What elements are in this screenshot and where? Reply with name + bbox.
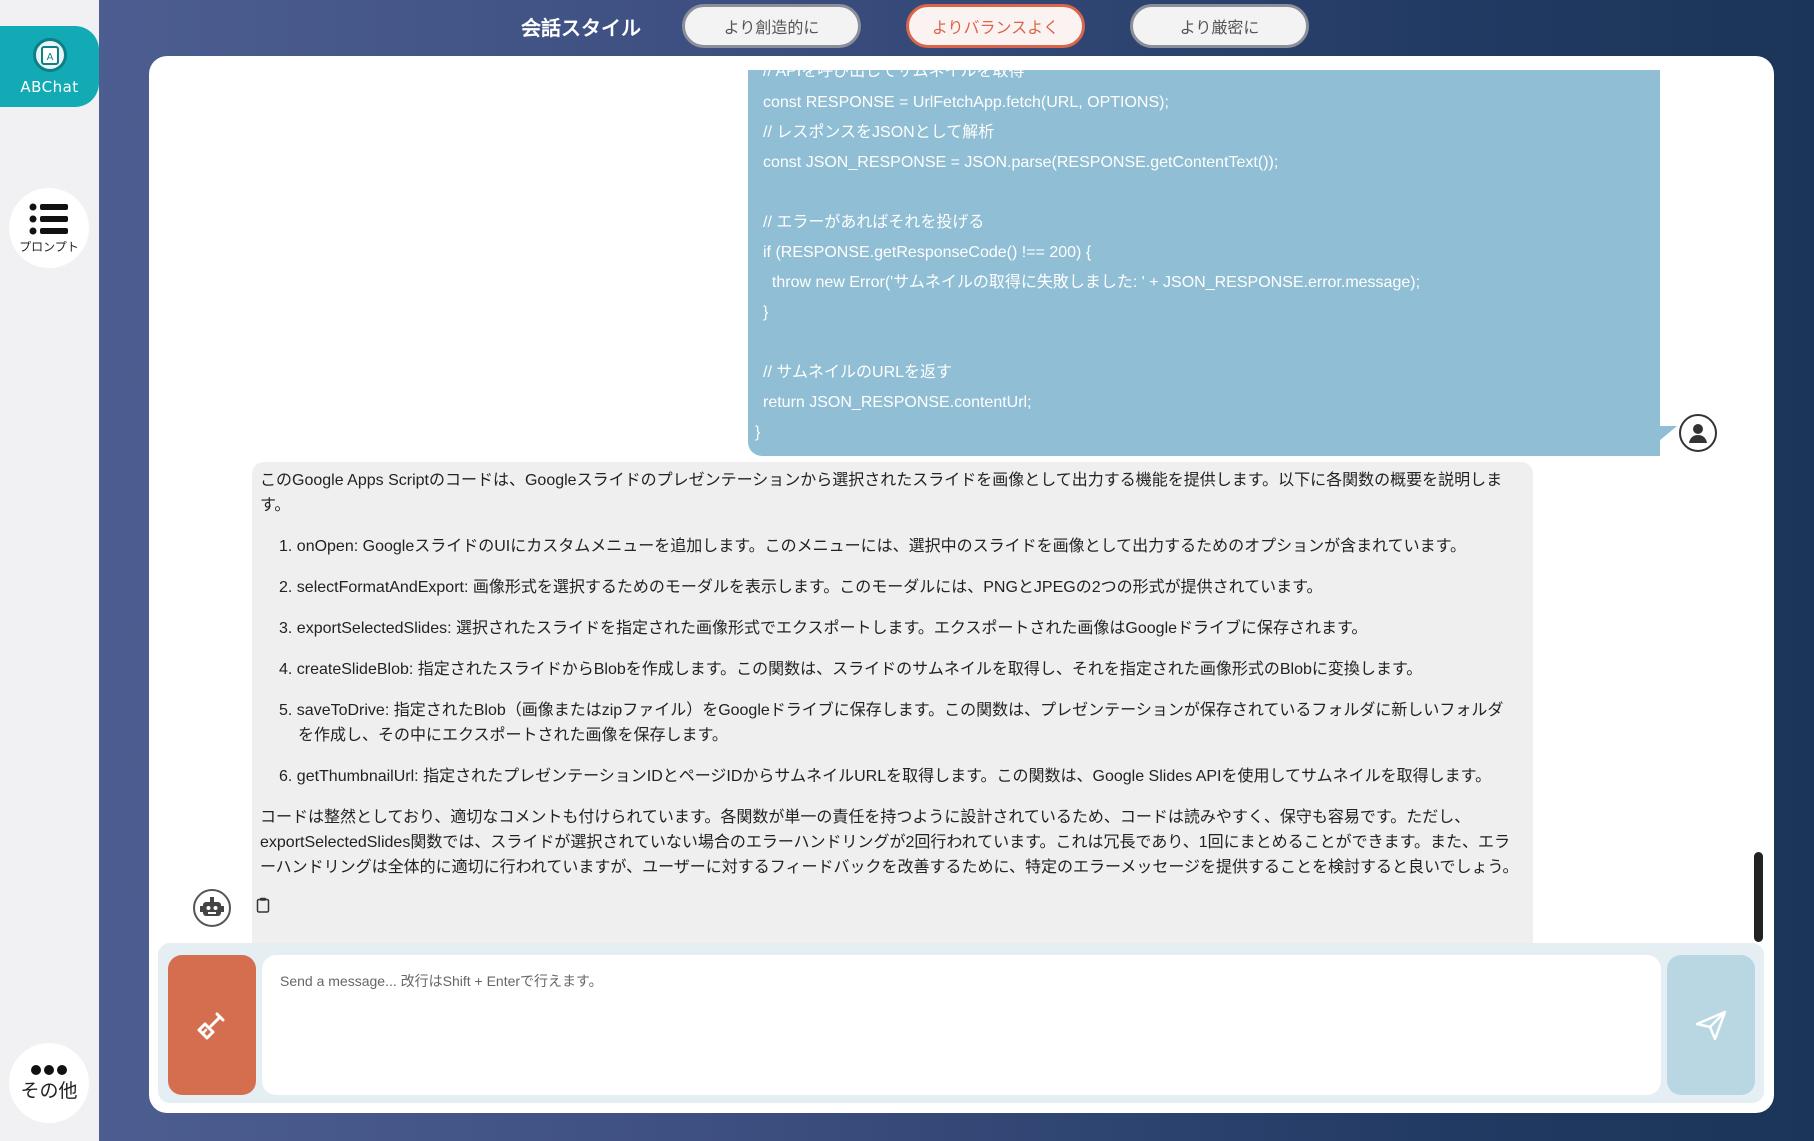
more-dots-icon — [31, 1064, 67, 1075]
answer-intro-cont: す。 — [260, 497, 291, 514]
style-precise-button[interactable]: より厳密に — [1130, 4, 1309, 48]
left-sidebar: A ABChat プロンプト その他 — [0, 0, 99, 1141]
list-item: 5. saveToDrive: 指定されたBlob（画像またはzipファイル）を… — [279, 702, 1504, 719]
user-message-bubble: // APIを呼び出してサムネイルを取得 const RESPONSE = Ur… — [748, 70, 1660, 456]
list-item: 4. createSlideBlob: 指定されたスライドからBlobを作成しま… — [279, 661, 1423, 678]
answer-summary: ーハンドリングは全体的に適切に行われていますが、ユーザーに対するフィードバックを… — [260, 859, 1519, 876]
assistant-message-bubble: このGoogle Apps Scriptのコードは、Googleスライドのプレゼ… — [252, 462, 1533, 984]
answer-summary: exportSelectedSlides関数では、スライドが選択されていない場合… — [260, 834, 1511, 851]
code-line: // サムネイルのURLを返す — [763, 364, 953, 381]
list-item: 3. exportSelectedSlides: 選択されたスライドを指定された… — [279, 620, 1368, 637]
broom-icon — [197, 1012, 225, 1040]
app-name: ABChat — [20, 77, 79, 96]
list-item-cont: を作成し、その中にエクスポートされた画像を保存します。 — [298, 727, 728, 744]
prompt-button[interactable]: プロンプト — [9, 188, 89, 268]
bot-avatar-icon — [193, 889, 231, 927]
conversation-style-title: 会話スタイル — [521, 16, 641, 40]
chat-scrollbar[interactable] — [1754, 852, 1763, 942]
send-icon — [1695, 1010, 1727, 1041]
code-line: const RESPONSE = UrlFetchApp.fetch(URL, … — [763, 94, 1169, 111]
code-line: const JSON_RESPONSE = JSON.parse(RESPONS… — [763, 154, 1279, 171]
prompt-label: プロンプト — [19, 239, 79, 254]
more-label: その他 — [20, 1079, 78, 1102]
clear-chat-button[interactable] — [168, 955, 256, 1095]
message-input[interactable] — [262, 955, 1661, 1095]
code-line: } — [763, 304, 769, 321]
code-line: // APIを呼び出してサムネイルを取得 — [763, 70, 1025, 80]
code-line: // レスポンスをJSONとして解析 — [763, 124, 995, 141]
input-area — [158, 943, 1764, 1103]
conversation-style-bar: 会話スタイル より創造的に よりバランスよく より厳密に — [0, 0, 1814, 56]
code-line: throw new Error('サムネイルの取得に失敗しました: ' + JS… — [763, 274, 1421, 291]
send-button[interactable] — [1667, 955, 1755, 1095]
list-item: 1. onOpen: GoogleスライドのUIにカスタムメニューを追加します。… — [279, 538, 1467, 555]
list-icon — [29, 203, 68, 234]
list-item: 6. getThumbnailUrl: 指定されたプレゼンテーションIDとページ… — [279, 768, 1492, 785]
code-line: if (RESPONSE.getResponseCode() !== 200) … — [763, 244, 1092, 261]
code-line: // エラーがあればそれを投げる — [763, 214, 985, 231]
code-line: } — [755, 424, 761, 441]
answer-summary: コードは整然としており、適切なコメントも付けられています。各関数が単一の責任を持… — [260, 809, 1471, 826]
answer-intro: このGoogle Apps Scriptのコードは、Googleスライドのプレゼ… — [260, 472, 1503, 489]
user-avatar-icon — [1679, 414, 1717, 452]
chat-panel: // APIを呼び出してサムネイルを取得 const RESPONSE = Ur… — [149, 56, 1774, 1113]
user-bubble-tail — [1659, 426, 1677, 441]
style-balanced-button[interactable]: よりバランスよく — [906, 4, 1085, 48]
clipboard-icon[interactable] — [256, 897, 270, 917]
code-line: return JSON_RESPONSE.contentUrl; — [763, 394, 1032, 411]
more-button[interactable]: その他 — [9, 1043, 89, 1123]
list-item: 2. selectFormatAndExport: 画像形式を選択するためのモー… — [279, 579, 1323, 596]
style-creative-button[interactable]: より創造的に — [682, 4, 861, 48]
